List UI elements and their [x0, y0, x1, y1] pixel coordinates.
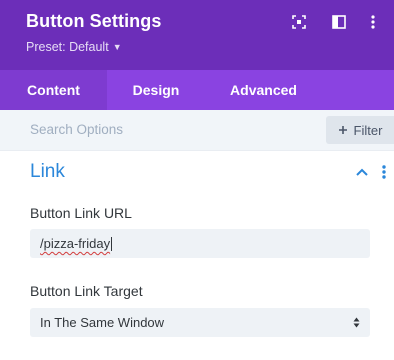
search-input[interactable]: [30, 122, 290, 137]
target-label: Button Link Target: [30, 283, 143, 299]
filter-label: Filter: [353, 122, 383, 138]
chevron-down-icon: ▼: [112, 42, 122, 52]
tab-bar: Content Design Advanced: [0, 70, 394, 110]
tab-design[interactable]: Design: [107, 70, 205, 110]
more-vertical-icon[interactable]: [365, 14, 381, 30]
target-value: In The Same Window: [40, 315, 165, 330]
settings-panel: Button Settings Preset: Default ▼ Conten…: [0, 0, 394, 360]
preset-label: Preset: Default: [26, 40, 109, 54]
url-label: Button Link URL: [30, 205, 132, 221]
url-value: /pizza-friday: [40, 236, 111, 251]
plus-icon: [338, 123, 348, 138]
tab-advanced[interactable]: Advanced: [205, 70, 322, 110]
tab-content[interactable]: Content: [0, 70, 107, 110]
preset-dropdown[interactable]: Preset: Default ▼: [26, 40, 122, 54]
section-menu-icon[interactable]: [380, 164, 388, 180]
select-arrows-icon: [353, 317, 360, 328]
url-input[interactable]: /pizza-friday: [30, 229, 370, 258]
fullscreen-icon[interactable]: [291, 14, 307, 30]
chevron-up-icon[interactable]: [355, 166, 369, 178]
target-select[interactable]: In The Same Window: [30, 308, 370, 337]
filter-button[interactable]: Filter: [326, 116, 394, 144]
text-cursor: [111, 236, 113, 251]
panel-title: Button Settings: [26, 11, 162, 31]
panel-header: Button Settings Preset: Default ▼: [0, 0, 394, 70]
sidebar-toggle-icon[interactable]: [331, 14, 347, 30]
section-title[interactable]: Link: [30, 161, 65, 183]
section-divider: [0, 150, 394, 151]
